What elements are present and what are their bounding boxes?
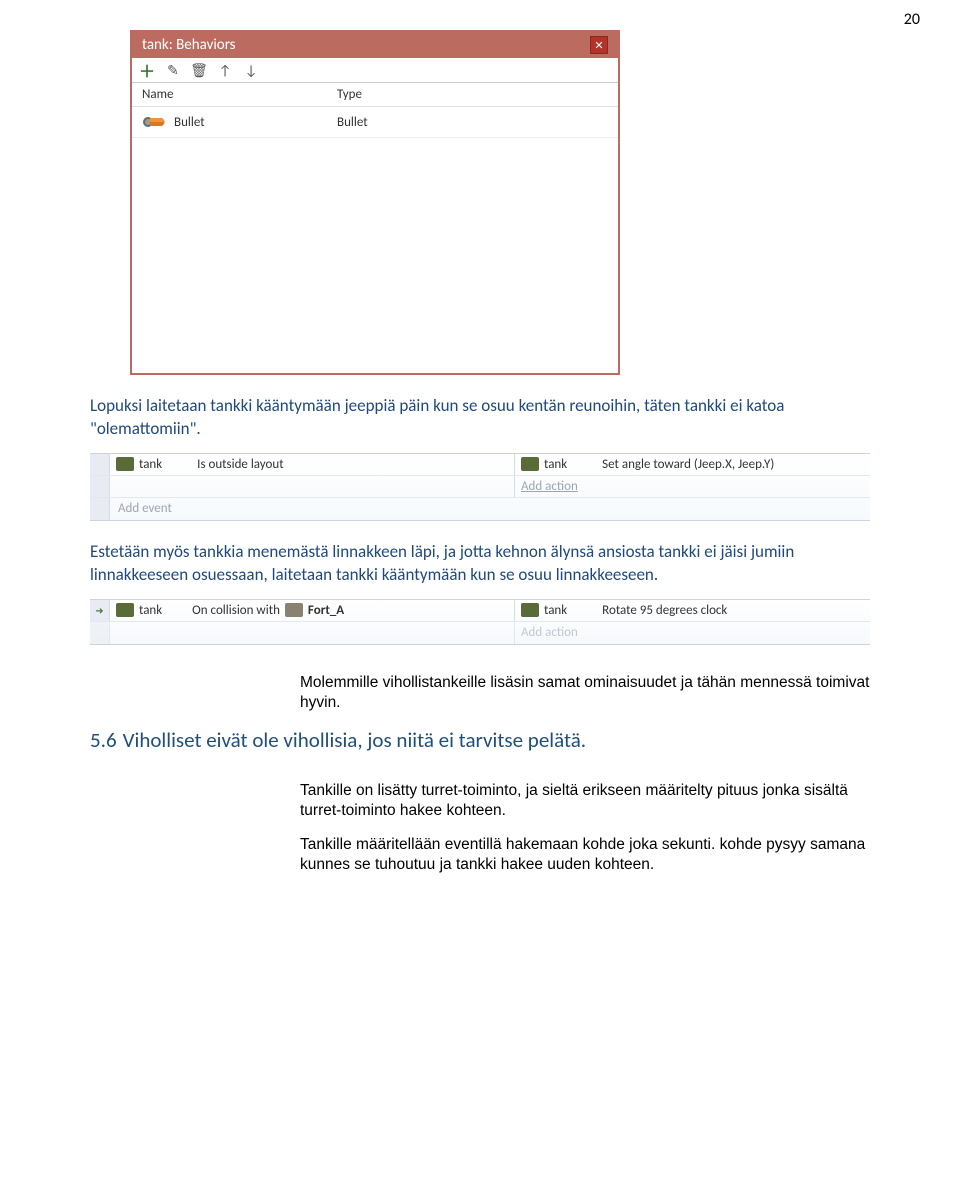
act-text: Set angle toward (Jeep.X, Jeep.Y): [602, 457, 774, 472]
bullet-icon: [142, 113, 168, 131]
event-gutter: [90, 622, 110, 644]
event-gutter: [90, 498, 110, 520]
add-event-row[interactable]: Add event: [90, 498, 870, 520]
section-heading: 5.6Viholliset eivät ole vihollisia, jos …: [90, 727, 870, 753]
act-text: Rotate 95 degrees clock: [602, 603, 727, 618]
dialog-toolbar: ＋ ✎ 🗑 ↑ ↓: [132, 58, 618, 83]
empty-cond: [110, 476, 515, 497]
col-type-header: Type: [337, 87, 362, 102]
add-action-link[interactable]: Add action: [521, 625, 578, 640]
behaviors-dialog-wrap: tank: Behaviors ✕ ＋ ✎ 🗑 ↑ ↓ Name Type: [130, 30, 870, 375]
cond-object: tank: [139, 457, 162, 472]
delete-icon[interactable]: 🗑: [190, 61, 208, 79]
event-sheet-2: ➜ tank On collision with Fort_A tank Rot…: [90, 599, 870, 645]
behaviors-dialog: tank: Behaviors ✕ ＋ ✎ 🗑 ↑ ↓ Name Type: [130, 30, 620, 375]
add-action-link[interactable]: Add action: [521, 479, 578, 494]
dialog-title: tank: Behaviors: [142, 36, 590, 54]
paragraph-5: Tankille määritellään eventillä hakemaan…: [300, 835, 870, 875]
edit-icon[interactable]: ✎: [164, 61, 182, 79]
page-number: 20: [904, 10, 920, 29]
heading-text: Viholliset eivät ole vihollisia, jos nii…: [123, 727, 587, 753]
behavior-row[interactable]: Bullet Bullet: [132, 107, 618, 138]
add-icon[interactable]: ＋: [138, 61, 156, 79]
paragraph-4: Tankille on lisätty turret-toiminto, ja …: [300, 781, 870, 821]
up-arrow-icon[interactable]: ↑: [216, 61, 234, 79]
act-object: tank: [544, 603, 567, 618]
condition-cell[interactable]: tank Is outside layout: [110, 454, 515, 475]
event-gutter: ➜: [90, 600, 110, 621]
event-sheet-1: tank Is outside layout tank Set angle to…: [90, 453, 870, 521]
add-action-cell[interactable]: Add action: [515, 476, 870, 497]
close-icon[interactable]: ✕: [590, 36, 608, 54]
add-action-row: Add action: [90, 476, 870, 498]
act-object: tank: [544, 457, 567, 472]
tank-sprite-icon: [116, 603, 134, 617]
condition-cell[interactable]: tank On collision with Fort_A: [110, 600, 515, 621]
cond-text: Is outside layout: [197, 457, 283, 472]
cond-target: Fort_A: [308, 603, 344, 618]
event-row[interactable]: tank Is outside layout tank Set angle to…: [90, 454, 870, 476]
dialog-empty-space: [132, 138, 618, 373]
tank-sprite-icon: [116, 457, 134, 471]
event-gutter: [90, 476, 110, 497]
add-event-link[interactable]: Add event: [118, 501, 172, 516]
event-gutter: [90, 454, 110, 475]
dialog-columns-header: Name Type: [132, 83, 618, 107]
col-name-header: Name: [142, 87, 337, 102]
paragraph-1: Lopuksi laitetaan tankki kääntymään jeep…: [90, 395, 870, 441]
tank-sprite-icon: [521, 603, 539, 617]
dialog-titlebar: tank: Behaviors ✕: [132, 32, 618, 58]
behavior-name: Bullet: [174, 115, 205, 130]
empty-cond: [110, 622, 515, 644]
action-cell[interactable]: tank Set angle toward (Jeep.X, Jeep.Y): [515, 454, 870, 475]
fort-sprite-icon: [285, 603, 303, 617]
cond-object: tank: [139, 603, 162, 618]
paragraph-2: Estetään myös tankkia menemästä linnakke…: [90, 541, 870, 587]
down-arrow-icon[interactable]: ↓: [242, 61, 260, 79]
heading-number: 5.6: [90, 727, 117, 753]
add-action-cell[interactable]: Add action: [515, 622, 870, 644]
event-row[interactable]: ➜ tank On collision with Fort_A tank Rot…: [90, 600, 870, 622]
paragraph-3: Molemmille vihollistankeille lisäsin sam…: [300, 673, 870, 713]
add-action-row: Add action: [90, 622, 870, 644]
action-cell[interactable]: tank Rotate 95 degrees clock: [515, 600, 870, 621]
tank-sprite-icon: [521, 457, 539, 471]
cond-text-pre: On collision with: [192, 603, 280, 618]
behavior-type: Bullet: [337, 115, 368, 130]
